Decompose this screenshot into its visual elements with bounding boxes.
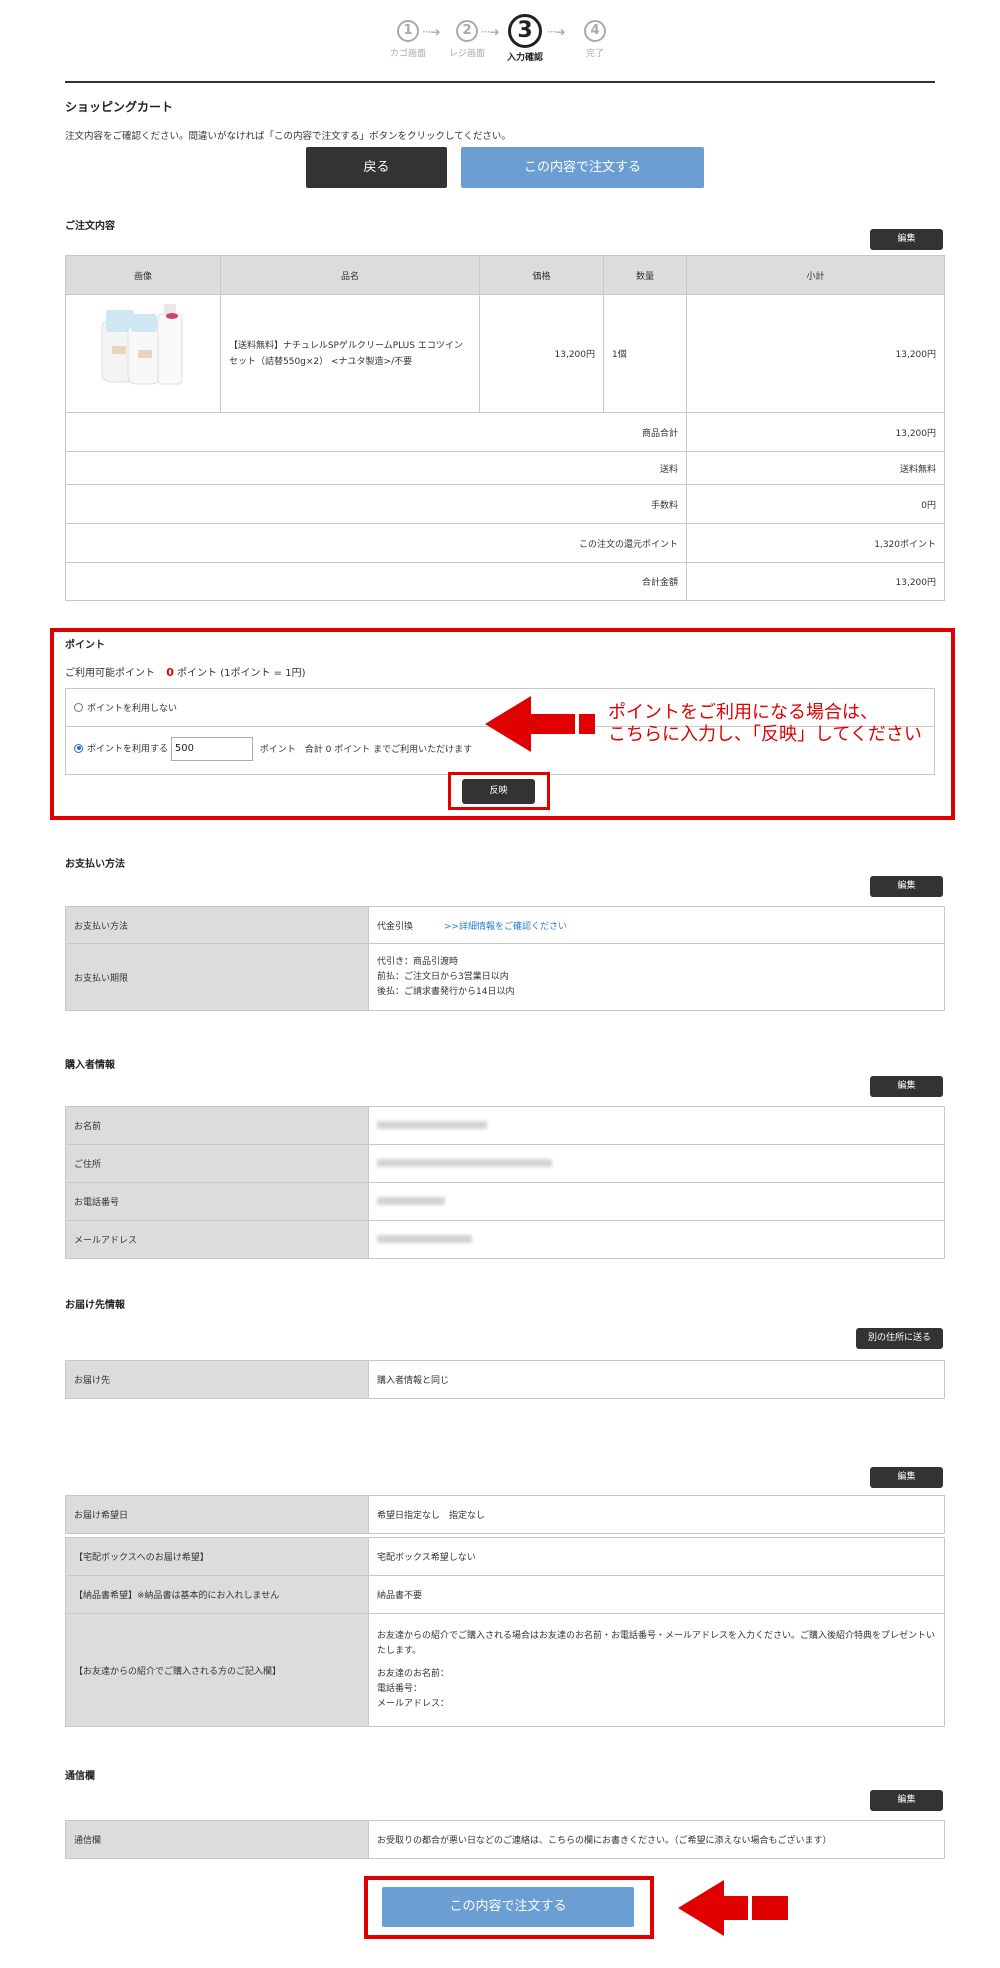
order-button-top[interactable]: この内容で注文する xyxy=(461,147,704,188)
radio-use-points[interactable]: ポイントを利用する 500 ポイント 合計 0 ポイント までご利用いただけます xyxy=(74,737,472,761)
edit-buyer-button[interactable]: 編集 xyxy=(870,1076,943,1097)
col-header-price: 価格 xyxy=(479,255,604,295)
left-arrow-icon xyxy=(485,696,595,752)
order-button-bottom[interactable]: この内容で注文する xyxy=(382,1887,634,1927)
product-image xyxy=(101,304,183,385)
product-subtotal: 13,200円 xyxy=(686,294,945,413)
available-points-value: 0 xyxy=(166,666,174,679)
radio-icon[interactable] xyxy=(74,743,83,753)
payment-table: お支払い方法 代金引換 >>詳細情報をご確認ください お支払い期限 代引き：商品… xyxy=(65,906,945,1011)
payment-deadline-label: お支払い期限 xyxy=(65,943,369,1011)
product-price: 13,200円 xyxy=(479,294,604,413)
cart-note: 注文内容をご確認ください。間違いがなければ「この内容で注文する」ボタンをクリック… xyxy=(65,131,511,142)
buyer-email-value xyxy=(368,1220,945,1259)
message-table: 通信欄 お受取りの都合が悪い日などのご連絡は、こちらの欄にお書きください。（ご希… xyxy=(65,1820,945,1859)
product-qty: 1個 xyxy=(603,294,687,413)
payment-deadline-value: 代引き：商品引渡時 前払：ご注文日から3営業日以内 後払：ご請求書発行から14日… xyxy=(368,943,945,1011)
available-points: ご利用可能ポイント 0 ポイント (1ポイント = 1円) xyxy=(65,666,306,679)
buyer-name-value xyxy=(368,1106,945,1145)
summary-row: この注文の還元ポイント 1,320ポイント xyxy=(65,523,945,563)
edit-order-button[interactable]: 編集 xyxy=(870,229,943,250)
col-header-subtotal: 小計 xyxy=(686,255,945,295)
delivery-title: お届け先情報 xyxy=(65,1300,125,1311)
order-table: 画像 品名 価格 数量 小計 【送料無料】ナチュレルSPゲルクリームPLUS エ… xyxy=(65,255,945,601)
message-title: 通信欄 xyxy=(65,1771,95,1782)
product-name: 【送料無料】ナチュレルSPゲルクリームPLUS エコツインセット（詰替550g×… xyxy=(220,294,480,413)
left-arrow-icon xyxy=(678,1880,788,1936)
buyer-phone-value xyxy=(368,1182,945,1221)
options-table: お届け希望日 希望日指定なし 指定なし xyxy=(65,1495,945,1534)
summary-row: 送料 送料無料 xyxy=(65,451,945,485)
step-complete: 4 完了 xyxy=(565,14,625,59)
summary-row: 商品合計 13,200円 xyxy=(65,412,945,452)
points-title: ポイント xyxy=(65,640,105,651)
order-section-title: ご注文内容 xyxy=(65,221,115,232)
col-header-qty: 数量 xyxy=(603,255,687,295)
step-confirm: 3 入力確認 xyxy=(495,14,555,63)
col-header-image: 画像 xyxy=(65,255,221,295)
buyer-title: 購入者情報 xyxy=(65,1060,115,1071)
summary-row: 合計金額 13,200円 xyxy=(65,562,945,601)
edit-payment-button[interactable]: 編集 xyxy=(870,876,943,897)
payment-method-label: お支払い方法 xyxy=(65,906,369,944)
col-header-name: 品名 xyxy=(220,255,480,295)
payment-detail-link[interactable]: >>詳細情報をご確認ください xyxy=(444,922,567,932)
other-address-button[interactable]: 別の住所に送る xyxy=(856,1328,943,1349)
options-table-2: 【宅配ボックスへのお届け希望】 宅配ボックス希望しない 【納品書希望】※納品書は… xyxy=(65,1537,945,1727)
header-divider xyxy=(65,81,935,83)
payment-method-value: 代金引換 >>詳細情報をご確認ください xyxy=(368,906,945,944)
table-row: 【送料無料】ナチュレルSPゲルクリームPLUS エコツインセット（詰替550g×… xyxy=(65,294,945,413)
delivery-table: お届け先 購入者情報と同じ xyxy=(65,1360,945,1399)
buyer-table: お名前 ご住所 お電話番号 メールアドレス xyxy=(65,1106,945,1259)
step-arrow-icon: ···➔ xyxy=(547,25,565,39)
radio-icon[interactable] xyxy=(74,703,83,712)
edit-message-button[interactable]: 編集 xyxy=(870,1790,943,1811)
payment-title: お支払い方法 xyxy=(65,859,125,870)
points-annotation: ポイントをご利用になる場合は、 こちらに入力し、「反映」してください xyxy=(608,702,922,745)
points-input[interactable]: 500 xyxy=(170,737,253,761)
buyer-address-value xyxy=(368,1144,945,1183)
radio-no-points[interactable]: ポイントを利用しない xyxy=(74,701,177,714)
apply-points-button[interactable]: 反映 xyxy=(462,779,535,804)
back-button[interactable]: 戻る xyxy=(306,147,447,188)
edit-options-button[interactable]: 編集 xyxy=(870,1467,943,1488)
page-title: ショッピングカート xyxy=(65,100,174,114)
summary-row: 手数料 0円 xyxy=(65,484,945,524)
